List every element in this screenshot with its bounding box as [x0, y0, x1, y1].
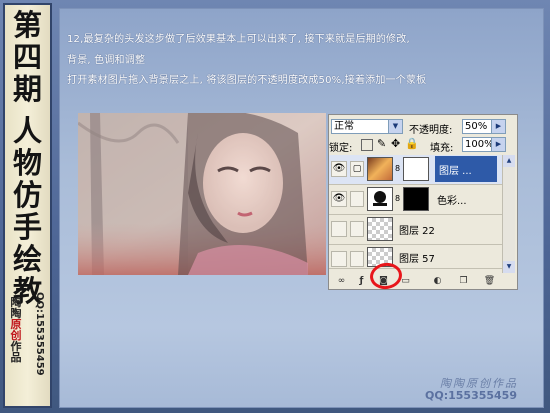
- instruction-line-3: 打开素材图片拖入背景层之上, 将该图层的不透明度改成50%,接着添加一个蒙板: [67, 75, 427, 86]
- vertical-qq: QQ:155355459: [34, 292, 45, 376]
- layer-row[interactable]: 图层 22: [329, 215, 509, 245]
- link-icon: 8: [395, 194, 401, 203]
- title-char: 绘: [12, 242, 42, 276]
- empty-slot: [350, 221, 364, 237]
- fill-label: 填充:: [430, 143, 454, 154]
- scroll-up-icon[interactable]: ▲: [503, 155, 515, 167]
- opacity-field[interactable]: 50% ▶: [462, 119, 506, 134]
- canvas-preview: [78, 113, 326, 275]
- vertical-brand: 陶 陶 原 创 作 品: [9, 297, 23, 363]
- fill-field[interactable]: 100% ▶: [462, 137, 506, 152]
- vertical-title: 第 四 期 人 物 仿 手 绘 教: [5, 9, 50, 307]
- eye-icon[interactable]: 👁: [331, 191, 347, 207]
- layers-button-bar: ∞ ƒ ◙ ▭ ◐ ❐ 🗑: [329, 273, 517, 289]
- blend-mode-select[interactable]: 正常 ▼: [331, 119, 403, 134]
- layer-row[interactable]: 👁 ▢ 8 图层 ...: [329, 155, 509, 185]
- empty-slot: [350, 191, 364, 207]
- link-icon: 8: [395, 164, 401, 173]
- layer-thumbnail: [367, 217, 393, 241]
- title-char: 期: [12, 72, 42, 106]
- lock-transparent-icon[interactable]: [361, 139, 373, 151]
- eye-hidden-slot[interactable]: [331, 221, 347, 237]
- layers-palette: 正常 ▼ 不透明度: 50% ▶ 锁定: ✎ ✥ 🔒 填充: 100% ▶ 👁 …: [328, 114, 518, 290]
- eye-hidden-slot[interactable]: [331, 251, 347, 267]
- instruction-line-2: 背景, 色调和调整: [67, 55, 146, 66]
- chevron-down-icon: ▼: [388, 120, 402, 133]
- layer-name: 图层 57: [399, 254, 435, 265]
- title-char: 人: [12, 114, 42, 148]
- layer-name: 图层 ...: [439, 166, 472, 177]
- layer-style-icon[interactable]: ƒ: [355, 275, 368, 287]
- title-char: 第: [12, 8, 42, 42]
- link-layers-icon[interactable]: ∞: [335, 275, 348, 287]
- title-char: 四: [12, 40, 42, 74]
- lock-label: 锁定:: [329, 143, 353, 154]
- lock-row: 锁定: ✎ ✥ 🔒 填充: 100% ▶: [329, 137, 515, 154]
- trash-icon[interactable]: 🗑: [483, 275, 496, 287]
- title-char: 物: [12, 146, 42, 180]
- instruction-line-1: 12,最复杂的头发这步做了后效果基本上可以出来了, 接下来就是后期的修改,: [67, 34, 410, 45]
- lock-all-icon[interactable]: 🔒: [405, 137, 419, 150]
- new-adjustment-icon[interactable]: ◐: [431, 275, 444, 287]
- adjustment-icon: [373, 191, 387, 206]
- watermark-qq: QQ:155355459: [425, 389, 517, 402]
- brush-icon[interactable]: ▢: [350, 161, 364, 177]
- brand-char: 品: [10, 351, 22, 364]
- eye-icon[interactable]: 👁: [331, 161, 347, 177]
- layers-scrollbar[interactable]: ▲ ▼: [502, 155, 515, 273]
- title-char: 手: [12, 210, 42, 244]
- chevron-right-icon: ▶: [491, 138, 505, 151]
- mask-thumbnail: [403, 157, 429, 181]
- blend-row: 正常 ▼ 不透明度: 50% ▶: [329, 119, 515, 136]
- layer-name: 色彩...: [437, 196, 467, 207]
- scroll-down-icon[interactable]: ▼: [503, 261, 515, 273]
- empty-slot: [350, 251, 364, 267]
- layer-name: 图层 22: [399, 226, 435, 237]
- opacity-label: 不透明度:: [409, 125, 453, 136]
- title-char: 仿: [12, 178, 42, 212]
- layer-row[interactable]: 图层 57: [329, 245, 509, 269]
- new-layer-icon[interactable]: ❐: [457, 275, 470, 287]
- title-banner: 第 四 期 人 物 仿 手 绘 教 陶 陶 原 创 作 品 QQ:1553554…: [3, 3, 52, 408]
- mask-thumbnail: [403, 187, 429, 211]
- layer-thumbnail: [367, 157, 393, 181]
- fill-value: 100%: [465, 139, 494, 150]
- adjustment-thumbnail: [367, 187, 393, 211]
- portrait-composite-image: [78, 113, 326, 275]
- layer-row[interactable]: 👁 8 色彩...: [329, 185, 509, 215]
- brush-lock-icon[interactable]: ✎: [377, 137, 386, 150]
- blend-mode-value: 正常: [334, 121, 354, 132]
- move-lock-icon[interactable]: ✥: [391, 137, 400, 150]
- chevron-right-icon: ▶: [491, 120, 505, 133]
- opacity-value: 50%: [465, 121, 488, 132]
